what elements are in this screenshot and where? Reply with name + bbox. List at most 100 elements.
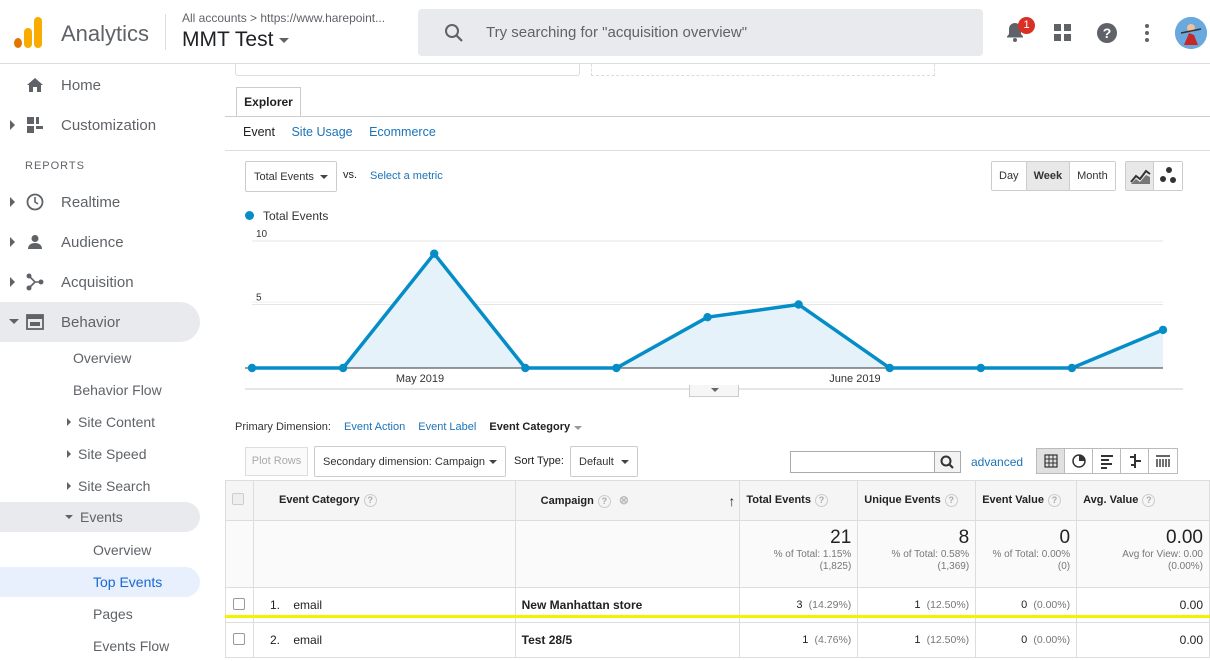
table-view-comparison-button[interactable] xyxy=(1121,449,1149,473)
cell-value: 3 xyxy=(796,599,803,611)
subtab-ecommerce[interactable]: Ecommerce xyxy=(369,125,436,139)
table-view-performance-button[interactable] xyxy=(1093,449,1121,473)
subtab-event[interactable]: Event xyxy=(243,125,275,139)
sidebar-item-events-flow[interactable]: Events Flow xyxy=(93,631,169,661)
sidebar-item-acquisition[interactable]: Acquisition xyxy=(0,262,225,302)
sidebar-item-site-speed[interactable]: Site Speed xyxy=(67,439,147,469)
table-view-data-button[interactable] xyxy=(1037,449,1065,473)
help-icon[interactable]: ? xyxy=(1142,494,1156,507)
column-header-total-events[interactable]: Total Events? xyxy=(739,480,859,521)
analytics-logo[interactable] xyxy=(14,16,44,48)
chart-legend: Total Events xyxy=(245,209,328,223)
table-filter-input[interactable] xyxy=(790,451,935,473)
sidebar-item-label: Site Content xyxy=(78,414,156,430)
sidebar-item-pages[interactable]: Pages xyxy=(93,599,133,629)
sidebar-item-events[interactable]: Events xyxy=(0,502,200,532)
campaign-cell[interactable]: Test 28/5 xyxy=(514,622,741,658)
report-panel: Explorer Event Site Usage Ecommerce Tota… xyxy=(225,64,1210,660)
motion-chart-button[interactable] xyxy=(1154,162,1182,190)
row-checkbox[interactable] xyxy=(233,597,246,610)
sidebar-item-behavior-flow[interactable]: Behavior Flow xyxy=(73,375,162,405)
dimension-event-category[interactable]: Event Category xyxy=(489,421,570,433)
row-number: 1. xyxy=(269,598,280,612)
metric-select[interactable]: Total Events xyxy=(245,161,337,192)
table-search-button[interactable] xyxy=(934,451,961,473)
table-toolbar: Plot Rows Secondary dimension: Campaign … xyxy=(225,442,1210,480)
day-button[interactable]: Day xyxy=(992,162,1027,190)
tab-explorer[interactable]: Explorer xyxy=(236,87,301,117)
sidebar-item-site-search[interactable]: Site Search xyxy=(67,471,150,501)
sidebar-item-behavior-overview[interactable]: Overview xyxy=(73,343,131,373)
table-view-pie-button[interactable] xyxy=(1065,449,1093,473)
remove-dimension-icon[interactable]: ⊗ xyxy=(619,493,629,507)
sort-type-select[interactable]: Default xyxy=(570,446,638,477)
chevron-down-icon xyxy=(279,37,290,43)
sort-ascending-arrow-icon[interactable]: ↑ xyxy=(728,493,735,509)
event-category-link[interactable]: email xyxy=(293,598,322,612)
help-icon[interactable]: ? xyxy=(597,495,611,508)
search-box[interactable] xyxy=(418,9,983,56)
sidebar-item-customization[interactable]: Customization xyxy=(0,105,225,145)
line-chart-icon xyxy=(1130,169,1151,184)
dimension-event-label[interactable]: Event Label xyxy=(418,421,476,433)
apps-grid-icon[interactable] xyxy=(1054,24,1072,42)
cell-percent: (0.00%) xyxy=(1033,599,1071,611)
sidebar-item-top-events[interactable]: Top Events xyxy=(0,567,200,597)
grid-table-icon xyxy=(1044,454,1058,468)
table-header-row: Event Category? Campaign? ⊗ ↑ Total Events… xyxy=(225,480,1210,521)
help-icon[interactable]: ? xyxy=(944,494,958,507)
event-category-link[interactable]: email xyxy=(293,633,322,647)
plot-rows-button[interactable]: Plot Rows xyxy=(245,447,308,476)
help-icon[interactable]: ? xyxy=(1047,494,1061,507)
more-vert-icon[interactable] xyxy=(1144,23,1150,43)
help-icon[interactable]: ? xyxy=(363,494,377,507)
x-tick-label: June 2019 xyxy=(829,373,880,385)
sort-type-label: Sort Type: xyxy=(514,455,564,467)
select-metric-link[interactable]: Select a metric xyxy=(370,170,443,182)
search-input[interactable] xyxy=(486,21,966,43)
line-chart-button[interactable] xyxy=(1126,162,1154,190)
property-name: MMT Test xyxy=(182,28,274,51)
sidebar-item-home[interactable]: Home xyxy=(0,65,225,105)
sidebar-item-audience[interactable]: Audience xyxy=(0,222,225,262)
table-row: 2. email Test 28/5 1 (4.76%) 1 (12.50%) … xyxy=(225,622,1210,658)
chart-resize-handle[interactable] xyxy=(689,385,739,397)
sidebar-item-events-overview[interactable]: Overview xyxy=(93,535,151,565)
row-number: 2. xyxy=(269,633,280,647)
month-button[interactable]: Month xyxy=(1070,162,1115,190)
help-icon[interactable]: ? xyxy=(814,494,828,507)
sidebar-item-behavior[interactable]: Behavior xyxy=(0,302,200,342)
row-checkbox[interactable] xyxy=(233,632,246,645)
column-header-event-value[interactable]: Event Value? xyxy=(975,480,1078,521)
summary-total: (0.00%) xyxy=(1167,561,1203,572)
week-button[interactable]: Week xyxy=(1026,162,1071,190)
secondary-dimension-select[interactable]: Secondary dimension: Campaign xyxy=(314,446,506,477)
table-view-pivot-button[interactable] xyxy=(1149,449,1177,473)
dimension-event-action[interactable]: Event Action xyxy=(344,421,405,433)
event-category-cell: 2. email xyxy=(252,622,516,658)
data-point xyxy=(430,249,439,258)
column-header-unique-events[interactable]: Unique Events? xyxy=(857,480,977,521)
subtab-site-usage[interactable]: Site Usage xyxy=(291,125,352,139)
advanced-filter-link[interactable]: advanced xyxy=(971,455,1023,469)
column-header-campaign[interactable]: Campaign? ⊗ ↑ xyxy=(514,480,741,521)
property-selector[interactable]: MMT Test xyxy=(182,28,290,52)
column-header-avg-value[interactable]: Avg. Value? xyxy=(1076,480,1210,521)
summary-percent: % of Total: 1.15% xyxy=(773,549,852,560)
totals-empty-cell xyxy=(252,520,516,588)
avatar[interactable] xyxy=(1175,17,1207,49)
column-header-event-category[interactable]: Event Category? xyxy=(252,480,516,521)
sidebar-item-site-content[interactable]: Site Content xyxy=(67,407,155,437)
y-tick-label: 10 xyxy=(256,229,268,240)
data-point xyxy=(976,363,985,373)
chevron-down-icon xyxy=(489,460,497,464)
events-table: Event Category? Campaign? ⊗ ↑ Total Events… xyxy=(225,480,1210,658)
select-all-checkbox[interactable] xyxy=(232,493,244,505)
help-icon[interactable]: ? xyxy=(1096,22,1118,44)
bubble-chart-icon xyxy=(1160,167,1176,183)
sidebar-item-realtime[interactable]: Realtime xyxy=(0,182,225,222)
account-breadcrumb[interactable]: All accounts > https://www.harepoint... xyxy=(182,11,404,25)
sidebar-item-label: Behavior xyxy=(61,313,121,331)
bar-list-icon xyxy=(1101,455,1113,469)
chevron-down-icon xyxy=(621,460,629,464)
